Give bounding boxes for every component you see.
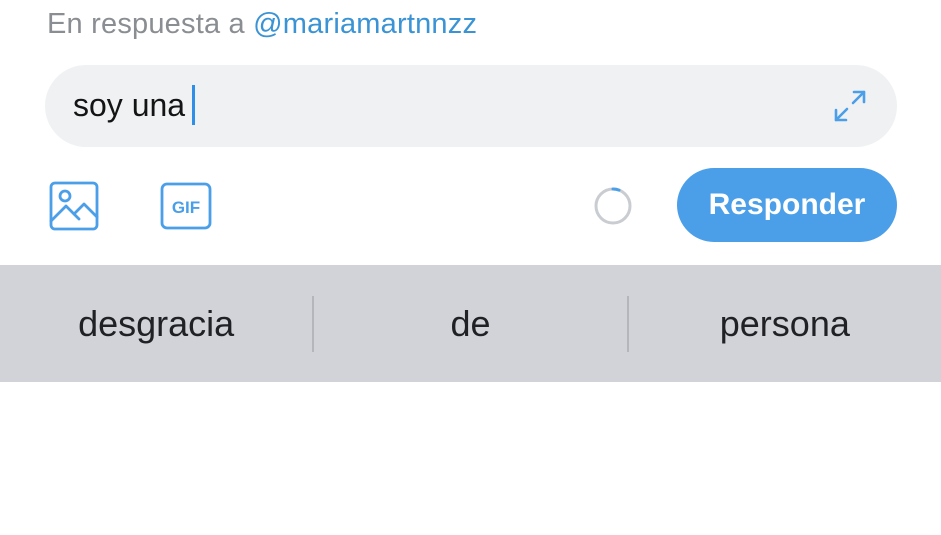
character-count-ring-icon <box>594 187 632 225</box>
text-caret <box>192 85 196 125</box>
image-icon[interactable] <box>49 181 99 231</box>
gif-icon-label: GIF <box>172 198 200 217</box>
gif-icon[interactable]: GIF <box>160 182 212 230</box>
suggestion-item[interactable]: desgracia <box>0 265 312 382</box>
keyboard-suggestion-bar: desgracia de persona <box>0 265 941 382</box>
suggestion-item[interactable]: de <box>314 265 626 382</box>
reply-input-content: soy una <box>73 85 196 125</box>
reply-to-handle[interactable]: @mariamartnnzz <box>253 8 477 40</box>
reply-text-input[interactable]: soy una <box>45 65 897 147</box>
suggestion-item[interactable]: persona <box>629 265 941 382</box>
reply-to-header: En respuesta a @mariamartnnzz <box>47 8 477 41</box>
reply-composer-screen: En respuesta a @mariamartnnzz soy una GI… <box>0 0 941 535</box>
reply-to-prefix: En respuesta a <box>47 8 254 40</box>
reply-input-value: soy una <box>73 86 186 123</box>
blank-area <box>0 382 941 535</box>
expand-icon[interactable] <box>831 87 869 125</box>
reply-button[interactable]: Responder <box>677 168 897 242</box>
